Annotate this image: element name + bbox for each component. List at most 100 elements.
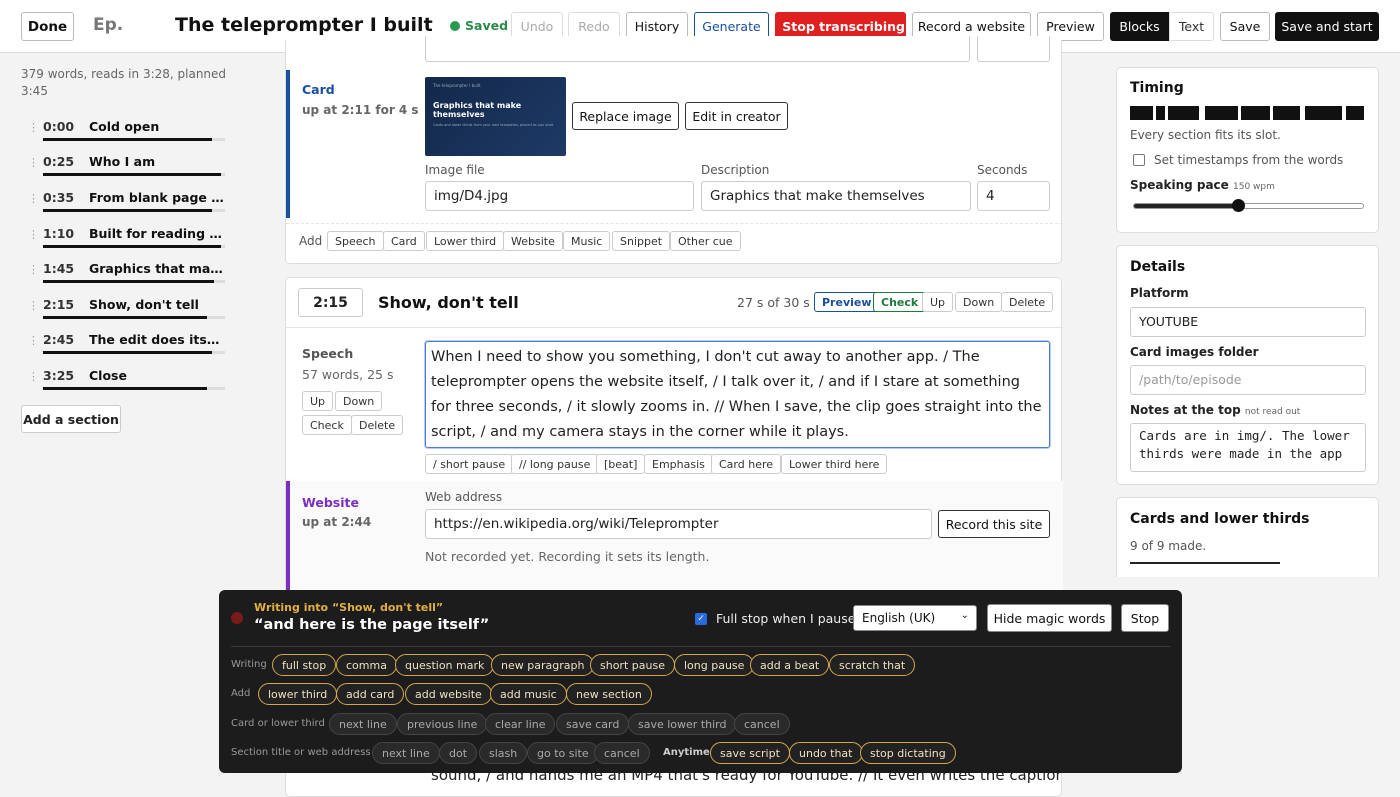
chevron-down-icon: ⌄ <box>960 610 969 621</box>
drag-handle-icon[interactable]: ⋮ <box>28 192 39 205</box>
section-check-button[interactable]: Check <box>873 292 927 312</box>
drag-handle-icon[interactable]: ⋮ <box>28 334 39 347</box>
full-stop-checkbox[interactable]: ✓ <box>695 613 707 625</box>
anytime-chip[interactable]: save script <box>710 742 790 764</box>
recording-dot-icon <box>231 612 243 624</box>
magic-word-chip[interactable]: add music <box>490 683 567 705</box>
speech-down-button[interactable]: Down <box>335 391 383 411</box>
outline-item[interactable]: ⋮ 0:35 From blank page to s... <box>28 187 228 217</box>
save-and-start-button[interactable]: Save and start <box>1275 12 1379 41</box>
magic-word-chip[interactable]: scratch that <box>829 654 916 676</box>
add-lower-third-button[interactable]: Lower third <box>426 231 505 251</box>
magic-word-chip[interactable]: add a beat <box>750 654 830 676</box>
section-down-button[interactable]: Down <box>955 292 1003 312</box>
magic-word-chip[interactable]: slash <box>479 742 528 764</box>
magic-word-chip[interactable]: cancel <box>734 713 790 735</box>
outline-item[interactable]: ⋮ 0:25 Who I am <box>28 151 228 181</box>
outline-item[interactable]: ⋮ 2:45 The edit does itself <box>28 329 228 359</box>
seconds-input[interactable]: 4 <box>977 181 1050 211</box>
section-title[interactable]: Show, don't tell <box>378 293 519 312</box>
hide-magic-words-button[interactable]: Hide magic words <box>987 604 1112 632</box>
anytime-chip[interactable]: undo that <box>789 742 863 764</box>
description-input[interactable]: Graphics that make themselves <box>701 181 971 211</box>
done-button[interactable]: Done <box>21 12 74 41</box>
speech-tool-chip[interactable]: / short pause <box>425 454 514 474</box>
add-other-cue-button[interactable]: Other cue <box>670 231 741 251</box>
record-this-site-button[interactable]: Record this site <box>938 510 1050 538</box>
outline-item[interactable]: ⋮ 0:00 Cold open <box>28 116 228 146</box>
set-timestamps-checkbox[interactable] <box>1133 154 1145 166</box>
card-folder-input[interactable]: /path/to/episode <box>1130 365 1366 395</box>
add-section-button[interactable]: Add a section <box>21 405 121 433</box>
speech-check-button[interactable]: Check <box>302 415 352 435</box>
web-address-input[interactable]: https://en.wikipedia.org/wiki/Teleprompt… <box>425 509 932 539</box>
magic-word-chip[interactable]: lower third <box>258 683 338 705</box>
add-speech-button[interactable]: Speech <box>327 231 384 251</box>
magic-word-chip[interactable]: previous line <box>397 713 488 735</box>
outline-item[interactable]: ⋮ 3:25 Close <box>28 365 228 395</box>
magic-word-chip[interactable]: short pause <box>590 654 675 676</box>
outline-item[interactable]: ⋮ 2:15 Show, don't tell <box>28 294 228 324</box>
section-delete-button[interactable]: Delete <box>1001 292 1054 312</box>
speech-tool-chip[interactable]: [beat] <box>596 454 646 474</box>
blocks-view-button[interactable]: Blocks <box>1110 12 1169 41</box>
section-time[interactable]: 2:15 <box>298 288 363 317</box>
magic-word-chip[interactable]: go to site <box>527 742 599 764</box>
drag-handle-icon[interactable]: ⋮ <box>28 228 39 241</box>
notes-textarea[interactable]: Cards are in img/. The lower thirds were… <box>1130 423 1366 472</box>
speech-tool-chip[interactable]: Emphasis <box>644 454 713 474</box>
magic-word-chip[interactable]: add card <box>336 683 405 705</box>
magic-word-chip[interactable]: next line <box>372 742 440 764</box>
magic-word-chip[interactable]: next line <box>329 713 397 735</box>
image-file-input[interactable]: img/D4.jpg <box>425 181 694 211</box>
platform-label: Platform <box>1130 286 1189 300</box>
speech-delete-button[interactable]: Delete <box>351 415 404 435</box>
speech-tool-chip[interactable]: Lower third here <box>781 454 888 474</box>
text-view-button[interactable]: Text <box>1169 12 1214 41</box>
drag-handle-icon[interactable]: ⋮ <box>28 121 39 134</box>
magic-word-chip[interactable]: new paragraph <box>491 654 595 676</box>
magic-word-chip[interactable]: save card <box>556 713 630 735</box>
magic-word-chip[interactable]: full stop <box>272 654 337 676</box>
magic-word-chip[interactable]: comma <box>336 654 397 676</box>
notes-hint: not read out <box>1244 407 1301 417</box>
drag-handle-icon[interactable]: ⋮ <box>28 370 39 383</box>
speaking-pace-thumb[interactable] <box>1231 199 1245 212</box>
magic-word-chip[interactable]: question mark <box>395 654 495 676</box>
add-snippet-button[interactable]: Snippet <box>612 231 671 251</box>
edit-in-creator-button[interactable]: Edit in creator <box>685 102 788 130</box>
stop-dictation-button[interactable]: Stop <box>1121 604 1169 632</box>
language-select[interactable]: English (UK) ⌄ <box>853 605 977 631</box>
add-music-button[interactable]: Music <box>563 231 611 251</box>
drag-handle-icon[interactable]: ⋮ <box>28 156 39 169</box>
section-up-button[interactable]: Up <box>922 292 954 312</box>
speaking-pace-text: Speaking pace <box>1130 178 1229 192</box>
speech-tool-chip[interactable]: Card here <box>711 454 782 474</box>
speech-up-button[interactable]: Up <box>302 391 334 411</box>
card-thumbnail[interactable]: The teleprompter I built Graphics that m… <box>425 77 566 156</box>
divider <box>286 223 1063 224</box>
magic-word-chip[interactable]: new section <box>566 683 652 705</box>
magic-word-chip[interactable]: long pause <box>674 654 755 676</box>
magic-word-chip[interactable]: clear line <box>485 713 556 735</box>
outline-item[interactable]: ⋮ 1:45 Graphics that make t... <box>28 258 228 288</box>
save-button[interactable]: Save <box>1220 12 1270 41</box>
outline-time: 0:35 <box>43 190 75 205</box>
drag-handle-icon[interactable]: ⋮ <box>28 299 39 312</box>
magic-word-chip[interactable]: save lower third <box>628 713 737 735</box>
outline-item[interactable]: ⋮ 1:10 Built for reading out l... <box>28 223 228 253</box>
speech-textarea[interactable]: When I need to show you something, I don… <box>425 341 1050 448</box>
magic-word-chip[interactable]: cancel <box>594 742 650 764</box>
outline-timing-fill <box>43 173 222 176</box>
anytime-chip[interactable]: stop dictating <box>860 742 956 764</box>
add-website-button[interactable]: Website <box>503 231 563 251</box>
speech-tool-chip[interactable]: // long pause <box>511 454 599 474</box>
replace-image-button[interactable]: Replace image <box>572 102 679 130</box>
platform-select[interactable]: YOUTUBE <box>1130 307 1366 337</box>
speaking-pace-slider[interactable] <box>1133 199 1364 212</box>
magic-word-chip[interactable]: dot <box>439 742 478 764</box>
section-preview-button[interactable]: Preview <box>814 292 880 312</box>
add-card-button[interactable]: Card <box>383 231 425 251</box>
magic-word-chip[interactable]: add website <box>405 683 492 705</box>
drag-handle-icon[interactable]: ⋮ <box>28 263 39 276</box>
